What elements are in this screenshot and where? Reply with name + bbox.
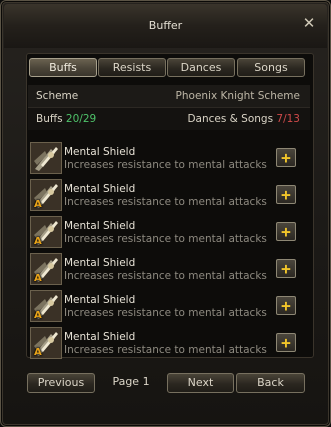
scheme-label: Scheme bbox=[36, 90, 79, 102]
mental-shield-icon: A bbox=[30, 179, 62, 211]
buff-row: Mental Shield Increases resistance to men… bbox=[28, 141, 310, 175]
plus-icon: + bbox=[281, 222, 291, 241]
plus-icon: + bbox=[281, 185, 291, 204]
buff-description: Increases resistance to mental attacks bbox=[64, 233, 267, 245]
buff-name: Mental Shield bbox=[64, 331, 136, 343]
buff-name: Mental Shield bbox=[64, 183, 136, 195]
auto-badge: A bbox=[34, 273, 42, 284]
add-buff-button[interactable]: + bbox=[276, 296, 296, 315]
buff-name: Mental Shield bbox=[64, 294, 136, 306]
mental-shield-icon: A bbox=[30, 253, 62, 285]
window-title: Buffer bbox=[148, 19, 183, 32]
plus-icon: + bbox=[281, 333, 291, 352]
buff-row: A Mental Shield Increases resistance to me… bbox=[28, 215, 310, 249]
counts-row: Buffs 20/29 Dances & Songs 7/13 bbox=[28, 108, 310, 130]
auto-badge: A bbox=[34, 236, 42, 247]
add-buff-button[interactable]: + bbox=[276, 259, 296, 278]
back-button[interactable]: Back bbox=[236, 373, 305, 393]
buff-row: A Mental Shield Increases resistance to me… bbox=[28, 252, 310, 286]
add-buff-button[interactable]: + bbox=[276, 148, 296, 167]
scheme-value: Phoenix Knight Scheme bbox=[175, 90, 300, 102]
buff-description: Increases resistance to mental attacks bbox=[64, 307, 267, 319]
add-buff-button[interactable]: + bbox=[276, 222, 296, 241]
next-button[interactable]: Next bbox=[167, 373, 234, 393]
buff-name: Mental Shield bbox=[64, 257, 136, 269]
plus-icon: + bbox=[281, 259, 291, 278]
tab-resists[interactable]: Resists bbox=[98, 58, 166, 77]
add-buff-button[interactable]: + bbox=[276, 185, 296, 204]
buff-row: A Mental Shield Increases resistance to me… bbox=[28, 326, 310, 360]
close-icon[interactable]: ✕ bbox=[299, 14, 319, 32]
scheme-row: Scheme Phoenix Knight Scheme bbox=[28, 85, 310, 108]
tab-dances[interactable]: Dances bbox=[167, 58, 235, 77]
plus-icon: + bbox=[281, 296, 291, 315]
buff-name: Mental Shield bbox=[64, 146, 136, 158]
buff-description: Increases resistance to mental attacks bbox=[64, 159, 267, 171]
buff-row: A Mental Shield Increases resistance to me… bbox=[28, 289, 310, 323]
buff-description: Increases resistance to mental attacks bbox=[64, 196, 267, 208]
auto-badge: A bbox=[34, 347, 42, 358]
buffs-count-label: Buffs bbox=[36, 113, 63, 125]
tab-buffs[interactable]: Buffs bbox=[29, 58, 97, 77]
buffs-count-value: 20/29 bbox=[65, 113, 97, 125]
buff-description: Increases resistance to mental attacks bbox=[64, 270, 267, 282]
mental-shield-icon: A bbox=[30, 327, 62, 359]
dances-songs-value: 7/13 bbox=[276, 113, 300, 125]
dances-songs-label: Dances & Songs bbox=[187, 113, 274, 125]
plus-icon: + bbox=[281, 148, 291, 167]
mental-shield-icon: A bbox=[30, 216, 62, 248]
mental-shield-icon bbox=[30, 142, 62, 174]
tab-songs[interactable]: Songs bbox=[237, 58, 305, 77]
auto-badge: A bbox=[34, 199, 42, 210]
previous-button[interactable]: Previous bbox=[27, 373, 95, 393]
buff-description: Increases resistance to mental attacks bbox=[64, 344, 267, 356]
add-buff-button[interactable]: + bbox=[276, 333, 296, 352]
buff-row: A Mental Shield Increases resistance to me… bbox=[28, 178, 310, 212]
mental-shield-icon: A bbox=[30, 290, 62, 322]
page-indicator: Page 1 bbox=[112, 375, 150, 388]
auto-badge: A bbox=[34, 310, 42, 321]
buff-name: Mental Shield bbox=[64, 220, 136, 232]
